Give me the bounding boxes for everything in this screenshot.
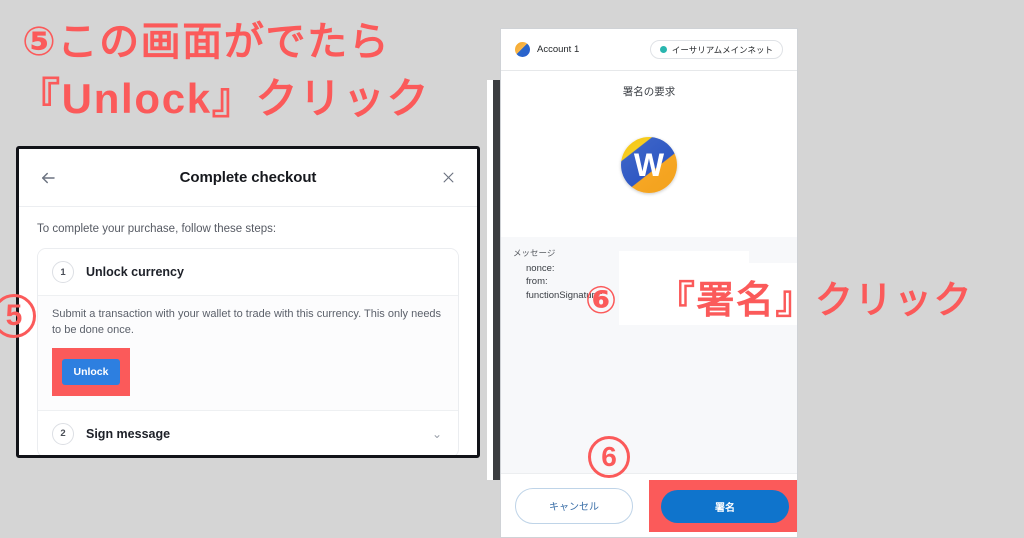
metamask-footer: キャンセル 署名	[501, 473, 797, 537]
site-logo-icon: W	[621, 137, 677, 193]
network-name-label: イーサリアムメインネット	[671, 44, 773, 55]
annotation-step6: ⑥ 『署名』クリック	[585, 282, 973, 320]
checkout-body: To complete your purchase, follow these …	[19, 207, 477, 455]
account-avatar-icon	[515, 42, 530, 57]
site-logo-area: W	[501, 99, 797, 193]
step-label: Sign message	[86, 426, 171, 441]
browser-edge-dark	[493, 80, 500, 480]
screenshot-stage: ⑤この画面がでたら 『Unlock』クリック 5 6 ⑥ 『署名』クリック Co…	[0, 0, 1024, 538]
marker-circle-6: 6	[588, 436, 630, 478]
checkout-intro-text: To complete your purchase, follow these …	[37, 223, 277, 235]
step-body-unlock-currency: Submit a transaction with your wallet to…	[38, 295, 458, 411]
step-description: Submit a transaction with your wallet to…	[52, 308, 442, 336]
signature-message-block: メッセージ nonce: from: functionSignature:	[501, 237, 797, 473]
chevron-down-icon[interactable]: ⌄	[430, 427, 444, 441]
back-arrow-icon[interactable]	[35, 165, 61, 191]
unlock-button[interactable]: Unlock	[62, 358, 120, 385]
sign-button[interactable]: 署名	[661, 489, 789, 523]
step-number-badge: 1	[52, 261, 74, 283]
checkout-header: Complete checkout	[19, 149, 477, 207]
sign-highlight-box: 署名	[649, 480, 797, 532]
annotation-step5-line1: ⑤この画面がでたら	[22, 20, 391, 64]
checkout-card: Complete checkout To complete your purch…	[19, 149, 477, 455]
step-row-unlock-currency[interactable]: 1 Unlock currency	[38, 249, 458, 295]
metamask-topbar: Account 1 イーサリアムメインネット	[501, 29, 797, 71]
step-row-sign-message[interactable]: 2 Sign message ⌄	[38, 410, 458, 455]
page-title: Complete checkout	[179, 169, 317, 186]
account-name-label: Account 1	[537, 44, 580, 55]
cancel-button[interactable]: キャンセル	[515, 487, 633, 524]
step-label: Unlock currency	[86, 265, 184, 279]
complete-checkout-dialog: Complete checkout To complete your purch…	[16, 146, 480, 458]
unlock-highlight-box: Unlock	[52, 347, 130, 396]
signature-request-title: 署名の要求	[622, 86, 676, 98]
checkout-steps-list: 1 Unlock currency Submit a transaction w…	[37, 248, 459, 455]
account-selector[interactable]: Account 1	[515, 42, 579, 57]
annotation-step6-text: 『署名』クリック	[656, 280, 974, 322]
step-number-badge: 2	[52, 422, 74, 445]
annotation-step5-line2: 『Unlock』クリック	[18, 75, 431, 122]
close-icon[interactable]	[435, 165, 461, 191]
network-status-dot	[659, 46, 667, 53]
annotation-step6-marker: ⑥	[585, 280, 619, 322]
network-selector[interactable]: イーサリアムメインネット	[649, 40, 783, 59]
